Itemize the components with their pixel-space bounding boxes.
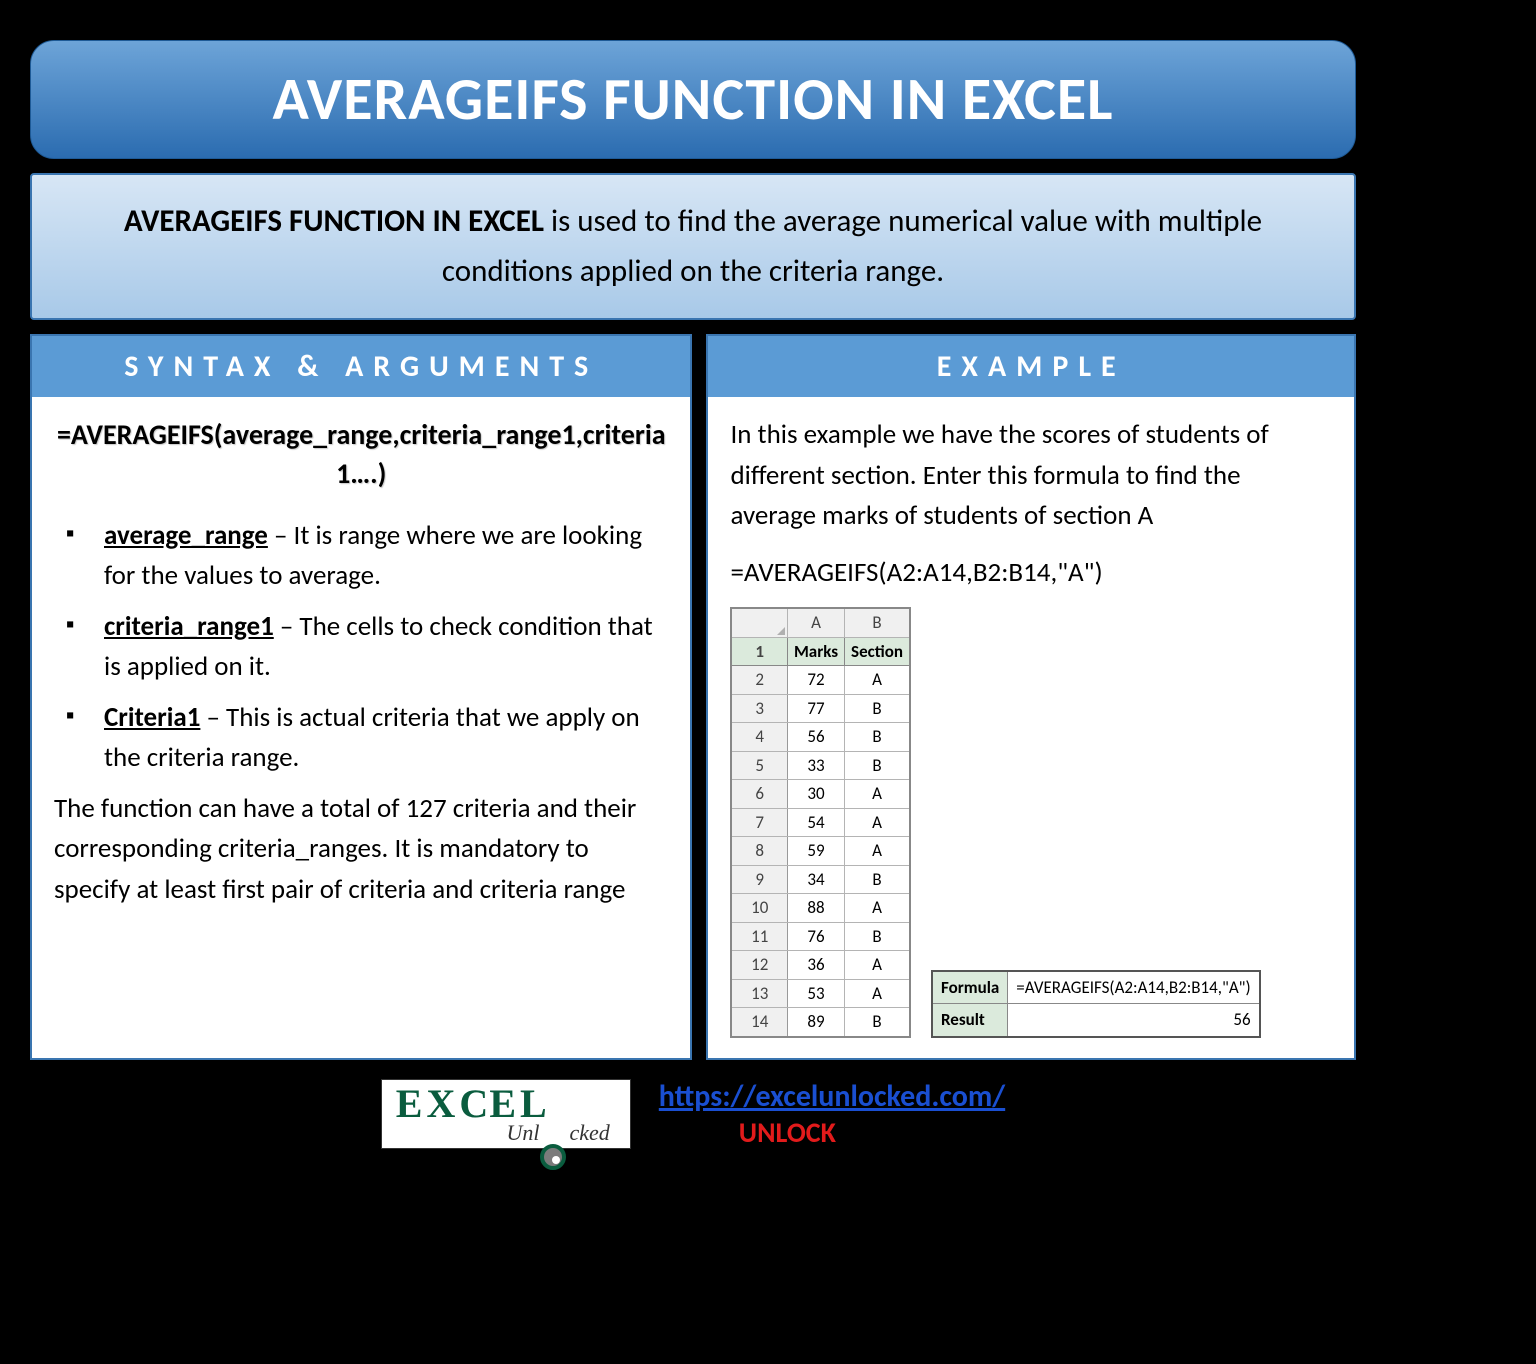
data-cell: 53 <box>787 979 844 1008</box>
syntax-note: The function can have a total of 127 cri… <box>54 789 668 911</box>
row-number: 5 <box>731 751 787 780</box>
data-cell: B <box>845 865 910 894</box>
data-cell: 77 <box>787 694 844 723</box>
data-cell: A <box>845 780 910 809</box>
data-cell: B <box>845 1008 910 1037</box>
data-cell: 30 <box>787 780 844 809</box>
example-body: In this example we have the scores of st… <box>708 397 1354 1058</box>
footer: EXCEL Unlcked https://excelunlocked.com/… <box>30 1078 1356 1150</box>
table-row: 1176B <box>731 922 910 951</box>
row-number: 1 <box>731 637 787 666</box>
data-cell: 56 <box>787 723 844 752</box>
data-cell: 36 <box>787 951 844 980</box>
syntax-body: =AVERAGEIFS(average_range,criteria_range… <box>32 397 690 930</box>
data-cell: A <box>845 894 910 923</box>
table-row: 754A <box>731 808 910 837</box>
data-cell: B <box>845 723 910 752</box>
unlock-text: UNLOCK <box>739 1115 1005 1150</box>
result-box: Formula =AVERAGEIFS(A2:A14,B2:B14,"A") R… <box>931 970 1261 1038</box>
excel-area: A B 1 Marks Section 272A377B456B533B630A… <box>730 607 1332 1038</box>
table-row: 1236A <box>731 951 910 980</box>
argument-name: Criteria1 <box>104 701 200 734</box>
table-row: 1353A <box>731 979 910 1008</box>
result-value-label: Result <box>932 1004 1008 1037</box>
result-formula-label: Formula <box>932 971 1008 1004</box>
data-cell: 76 <box>787 922 844 951</box>
row-number: 13 <box>731 979 787 1008</box>
sheet-data-header: 1 Marks Section <box>731 637 910 666</box>
row-number: 11 <box>731 922 787 951</box>
argument-name: criteria_range1 <box>104 610 274 643</box>
table-row: 377B <box>731 694 910 723</box>
row-number: 6 <box>731 780 787 809</box>
sheet-corner <box>731 608 787 637</box>
table-row: 859A <box>731 837 910 866</box>
result-formula-value: =AVERAGEIFS(A2:A14,B2:B14,"A") <box>1008 971 1260 1004</box>
data-cell: 33 <box>787 751 844 780</box>
description-lead: AVERAGEIFS FUNCTION IN EXCEL <box>124 202 544 240</box>
result-value: 56 <box>1008 1004 1260 1037</box>
argument-name: average_range <box>104 519 268 552</box>
table-row: 456B <box>731 723 910 752</box>
argument-item: Criteria1 – This is actual criteria that… <box>60 698 668 779</box>
lock-icon <box>540 1144 566 1170</box>
row-number: 12 <box>731 951 787 980</box>
data-cell: 89 <box>787 1008 844 1037</box>
row-number: 14 <box>731 1008 787 1037</box>
result-formula-row: Formula =AVERAGEIFS(A2:A14,B2:B14,"A") <box>932 971 1260 1004</box>
sheet-col-header: A B <box>731 608 910 637</box>
footer-links: https://excelunlocked.com/ UNLOCK <box>659 1078 1005 1150</box>
argument-item: criteria_range1 – The cells to check con… <box>60 607 668 688</box>
row-number: 7 <box>731 808 787 837</box>
row-number: 2 <box>731 666 787 695</box>
row-number: 10 <box>731 894 787 923</box>
table-row: 533B <box>731 751 910 780</box>
example-header: EXAMPLE <box>708 336 1354 397</box>
table-row: 630A <box>731 780 910 809</box>
syntax-panel: SYNTAX & ARGUMENTS =AVERAGEIFS(average_r… <box>30 334 692 1060</box>
description-rest: is used to find the average numerical va… <box>442 202 1262 290</box>
result-value-row: Result 56 <box>932 1004 1260 1037</box>
data-cell: A <box>845 837 910 866</box>
row-number: 8 <box>731 837 787 866</box>
data-cell: A <box>845 808 910 837</box>
data-cell: A <box>845 979 910 1008</box>
data-cell: 72 <box>787 666 844 695</box>
excel-sheet: A B 1 Marks Section 272A377B456B533B630A… <box>730 607 911 1038</box>
data-cell: B <box>845 922 910 951</box>
columns-row: SYNTAX & ARGUMENTS =AVERAGEIFS(average_r… <box>30 334 1356 1060</box>
data-cell: A <box>845 951 910 980</box>
table-row: 272A <box>731 666 910 695</box>
table-row: 934B <box>731 865 910 894</box>
data-cell: 59 <box>787 837 844 866</box>
row-number: 9 <box>731 865 787 894</box>
data-cell: 54 <box>787 808 844 837</box>
example-intro: In this example we have the scores of st… <box>730 415 1332 537</box>
page-title: AVERAGEIFS FUNCTION IN EXCEL <box>30 40 1356 159</box>
row-number: 4 <box>731 723 787 752</box>
data-cell: 34 <box>787 865 844 894</box>
syntax-formula: =AVERAGEIFS(average_range,criteria_range… <box>54 415 668 493</box>
description-banner: AVERAGEIFS FUNCTION IN EXCEL is used to … <box>30 173 1356 320</box>
table-row: 1489B <box>731 1008 910 1037</box>
col-letter: B <box>845 608 910 637</box>
syntax-header: SYNTAX & ARGUMENTS <box>32 336 690 397</box>
argument-item: average_range – It is range where we are… <box>60 516 668 597</box>
site-url-link[interactable]: https://excelunlocked.com/ <box>659 1078 1005 1115</box>
data-cell: A <box>845 666 910 695</box>
data-cell: B <box>845 694 910 723</box>
header-cell: Section <box>845 637 910 666</box>
header-cell: Marks <box>787 637 844 666</box>
example-formula: =AVERAGEIFS(A2:A14,B2:B14,"A") <box>730 553 1332 594</box>
table-row: 1088A <box>731 894 910 923</box>
logo: EXCEL Unlcked <box>381 1079 631 1149</box>
data-cell: 88 <box>787 894 844 923</box>
logo-top-text: EXCEL <box>396 1084 616 1124</box>
col-letter: A <box>787 608 844 637</box>
row-number: 3 <box>731 694 787 723</box>
data-cell: B <box>845 751 910 780</box>
example-panel: EXAMPLE In this example we have the scor… <box>706 334 1356 1060</box>
argument-list: average_range – It is range where we are… <box>54 516 668 779</box>
